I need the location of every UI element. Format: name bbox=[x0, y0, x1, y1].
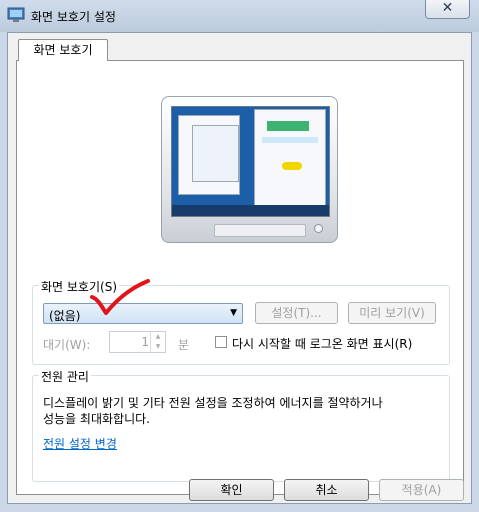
logon-screen-checkbox[interactable] bbox=[215, 336, 227, 348]
preview-screen bbox=[171, 106, 330, 217]
window-title: 화면 보호기 설정 bbox=[31, 10, 116, 24]
wait-label: 대기(W): bbox=[43, 338, 91, 352]
change-power-settings-link[interactable]: 전원 설정 변경 bbox=[43, 435, 117, 452]
chevron-down-icon: ▼ bbox=[230, 308, 237, 318]
checkmark-annotation-icon bbox=[90, 279, 150, 315]
display-settings-icon bbox=[7, 7, 25, 22]
monitor-preview bbox=[161, 96, 338, 243]
screensaver-settings-button[interactable]: 설정(T)... bbox=[255, 302, 338, 324]
power-led-icon bbox=[314, 224, 323, 233]
monitor-stand bbox=[214, 224, 306, 237]
cancel-button[interactable]: 취소 bbox=[284, 479, 369, 501]
preview-button[interactable]: 미리 보기(V) bbox=[348, 302, 436, 324]
wait-unit-label: 분 bbox=[178, 338, 190, 352]
stepper-down-icon[interactable]: ▼ bbox=[151, 342, 165, 352]
wait-minutes-value: 1 bbox=[141, 335, 149, 349]
power-group-label: 전원 관리 bbox=[39, 368, 91, 385]
power-description-line1: 디스플레이 밝기 및 기타 전원 설정을 조정하여 에너지를 절약하거나 bbox=[43, 396, 383, 410]
dialog-body: 화면 보호기 화면 보호기(S) (없음) ▼ 설정(T)... 미리 보기(V… bbox=[7, 32, 472, 504]
tab-panel: 화면 보호기(S) (없음) ▼ 설정(T)... 미리 보기(V) 대기(W)… bbox=[16, 60, 464, 495]
power-management-group: 전원 관리 디스플레이 밝기 및 기타 전원 설정을 조정하여 에너지를 절약하… bbox=[32, 368, 450, 482]
tab-screensaver[interactable]: 화면 보호기 bbox=[18, 39, 108, 61]
screensaver-group: 화면 보호기(S) (없음) ▼ 설정(T)... 미리 보기(V) 대기(W)… bbox=[32, 278, 450, 365]
apply-button[interactable]: 적용(A) bbox=[379, 479, 464, 501]
close-button[interactable]: ✕ bbox=[425, 0, 470, 19]
ok-button[interactable]: 확인 bbox=[189, 479, 274, 501]
title-bar[interactable]: 화면 보호기 설정 ✕ bbox=[0, 0, 479, 32]
wait-minutes-stepper[interactable]: 1 ▲ ▼ bbox=[109, 331, 166, 353]
screensaver-selected-value: (없음) bbox=[49, 309, 81, 323]
logon-screen-checkbox-label[interactable]: 다시 시작할 때 로그온 화면 표시(R) bbox=[232, 335, 412, 352]
close-icon: ✕ bbox=[441, 0, 454, 16]
power-description-line2: 성능을 최대화합니다. bbox=[43, 412, 150, 426]
stepper-up-icon[interactable]: ▲ bbox=[151, 332, 165, 342]
